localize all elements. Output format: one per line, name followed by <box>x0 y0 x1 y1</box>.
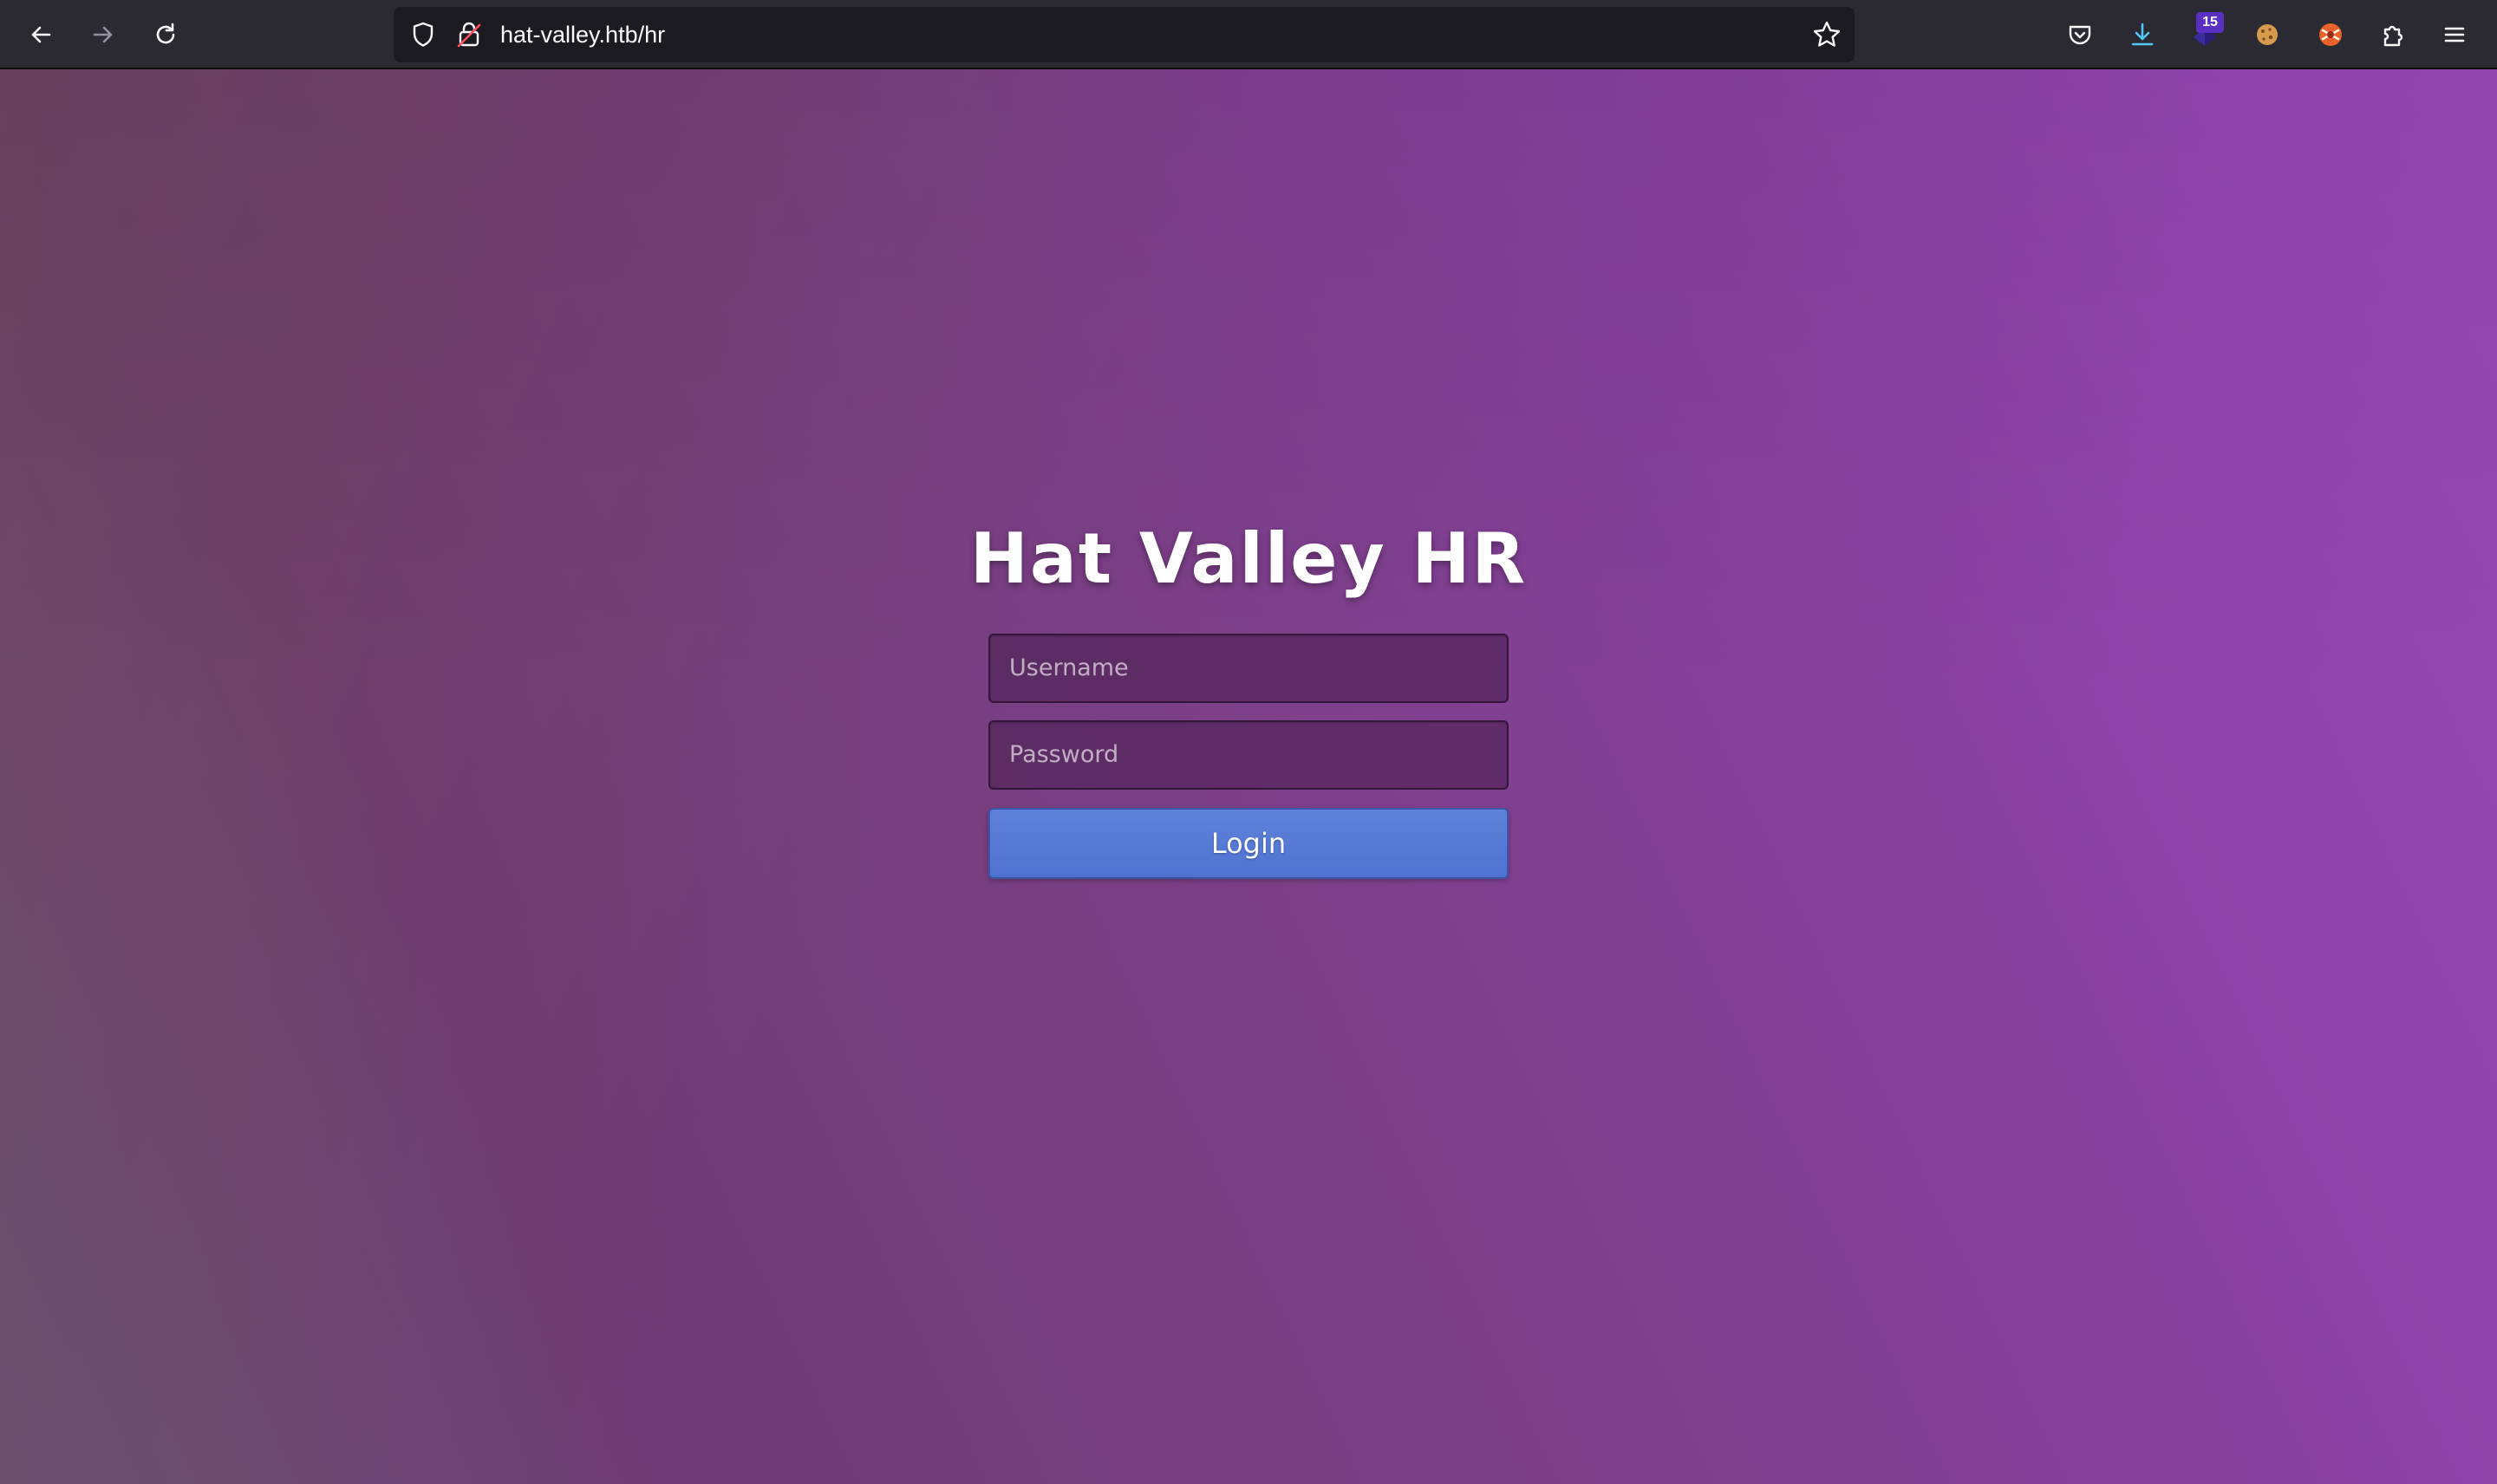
browser-toolbar: hat-valley.htb/hr 15 <box>0 0 2497 69</box>
back-button[interactable] <box>23 17 58 52</box>
extensions-button[interactable] <box>2376 17 2410 52</box>
url-text[interactable]: hat-valley.htb/hr <box>500 7 665 62</box>
password-input[interactable]: Password <box>988 720 1509 790</box>
reload-button[interactable] <box>148 17 183 52</box>
address-bar[interactable]: hat-valley.htb/hr <box>394 7 1855 62</box>
forward-button[interactable] <box>86 17 121 52</box>
menu-button[interactable] <box>2437 17 2472 52</box>
download-icon <box>2131 23 2154 46</box>
login-button[interactable]: Login <box>988 808 1509 879</box>
cookie-icon <box>2257 24 2278 45</box>
burp-extension-icon <box>2319 23 2342 46</box>
reload-icon <box>156 23 175 44</box>
puzzle-icon <box>2383 25 2403 47</box>
star-icon[interactable] <box>1811 19 1842 50</box>
lock-insecure-icon[interactable] <box>454 20 484 49</box>
pocket-button[interactable] <box>2063 17 2097 52</box>
downloads-button[interactable] <box>2125 17 2160 52</box>
extension-button-2[interactable] <box>2250 17 2285 52</box>
hamburger-menu-icon <box>2444 27 2465 42</box>
arrow-left-icon <box>31 26 51 43</box>
extension-count-badge: 15 <box>2196 12 2224 33</box>
arrow-right-icon <box>93 26 113 43</box>
username-input[interactable]: Username <box>988 634 1509 703</box>
extension-button-3[interactable] <box>2313 17 2348 52</box>
page-title: Hat Valley HR <box>969 518 1528 599</box>
login-page: Hat Valley HR Username Password Login <box>0 69 2497 1484</box>
pocket-icon <box>2069 25 2091 45</box>
shield-icon[interactable] <box>409 21 437 49</box>
